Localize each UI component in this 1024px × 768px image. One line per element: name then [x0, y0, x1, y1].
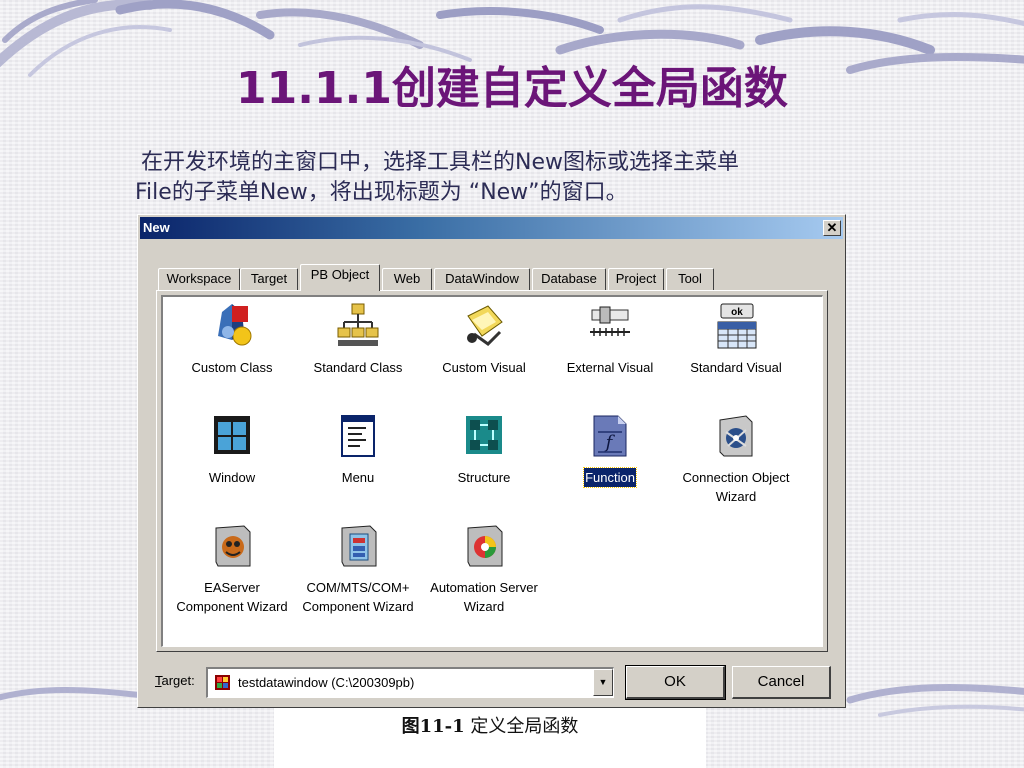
item-label: COM/MTS/COM+ Component Wizard — [302, 580, 414, 614]
tab-workspace[interactable]: Workspace — [158, 268, 240, 290]
object-icon-list: Custom Class Standard Class Custom Visua… — [161, 295, 823, 647]
dialog-title: New — [143, 220, 170, 235]
item-label: Automation Server Wizard — [430, 580, 538, 614]
item-label: Custom Class — [191, 360, 273, 375]
slide-title: 11.1.1创建自定义全局函数 — [0, 52, 1024, 116]
tab-label: Tool — [678, 271, 702, 286]
item-automation-server-wizard[interactable]: Automation Server Wizard — [422, 522, 546, 616]
tab-label: Web — [393, 271, 421, 286]
svg-text:ok: ok — [731, 307, 743, 318]
window-icon — [214, 416, 250, 454]
item-connection-object-wizard[interactable]: Connection Object Wizard — [674, 412, 798, 506]
dialog-titlebar[interactable]: New ✕ — [140, 217, 843, 239]
tab-label: Workspace — [166, 271, 232, 286]
item-easerver-component-wizard[interactable]: EAServer Component Wizard — [170, 522, 294, 616]
tab-database[interactable]: Database — [532, 268, 606, 290]
item-function[interactable]: f Function — [548, 412, 672, 488]
target-label-text: arget: — [161, 673, 195, 688]
item-custom-visual[interactable]: Custom Visual — [422, 302, 546, 377]
cancel-button-label: Cancel — [757, 673, 805, 690]
chevron-down-icon: ▼ — [598, 677, 608, 687]
item-window[interactable]: Window — [170, 412, 294, 487]
automation-wizard-icon — [467, 525, 503, 567]
custom-visual-icon — [467, 305, 503, 346]
item-structure[interactable]: Structure — [422, 412, 546, 487]
item-standard-visual[interactable]: ok Standard Visual — [674, 302, 798, 377]
tab-label: Database — [541, 271, 597, 286]
tab-label: DataWindow — [445, 271, 519, 286]
structure-icon — [466, 416, 502, 454]
tab-web[interactable]: Web — [382, 268, 432, 290]
item-label: Standard Class — [313, 360, 403, 375]
item-label: Function — [583, 467, 637, 488]
close-icon: ✕ — [826, 220, 838, 235]
caption-box: 图11-1 定义全局函数 — [274, 708, 706, 768]
tab-label: PB Object — [310, 267, 370, 282]
item-external-visual[interactable]: External Visual — [548, 302, 672, 377]
target-select-value: testdatawindow (C:\200309pb) — [238, 675, 415, 690]
menu-icon — [341, 415, 375, 457]
item-label: Custom Visual — [442, 360, 526, 375]
tab-pb-object[interactable]: PB Object — [300, 264, 380, 291]
item-label: Menu — [341, 470, 375, 485]
item-menu[interactable]: Menu — [296, 412, 420, 487]
item-label: Connection Object Wizard — [682, 470, 790, 504]
slide-body-text: 在开发环境的主窗口中，选择工具栏的New图标或选择主菜单 File的子菜单New… — [135, 148, 925, 208]
item-custom-class[interactable]: Custom Class — [170, 302, 294, 377]
easerver-wizard-icon — [215, 525, 251, 567]
tab-panel-pb-object: Custom Class Standard Class Custom Visua… — [156, 290, 828, 652]
standard-class-icon — [337, 303, 379, 346]
standard-visual-icon: ok — [717, 303, 757, 349]
new-dialog: New ✕ Workspace Target PB Object Web Dat… — [137, 214, 846, 708]
item-standard-class[interactable]: Standard Class — [296, 302, 420, 377]
item-label: EAServer Component Wizard — [176, 580, 288, 614]
caption-prefix: 图11-1 — [401, 716, 465, 737]
item-label: Standard Visual — [690, 360, 782, 375]
body-line-1: 在开发环境的主窗口中，选择工具栏的New图标或选择主菜单 — [141, 150, 739, 175]
tab-project[interactable]: Project — [608, 268, 664, 290]
ok-button[interactable]: OK — [625, 665, 726, 700]
item-label: Structure — [457, 470, 511, 485]
tab-label: Project — [615, 271, 657, 286]
cancel-button[interactable]: Cancel — [732, 666, 831, 699]
tab-tool[interactable]: Tool — [666, 268, 714, 290]
title-text: 创建自定义全局函数 — [391, 63, 788, 114]
caption-text: 定义全局函数 — [464, 716, 579, 737]
body-line-2: File的子菜单New，将出现标题为 “New”的窗口。 — [135, 180, 628, 205]
item-label: External Visual — [566, 360, 654, 375]
title-number: 11.1.1 — [236, 63, 392, 114]
ok-button-label: OK — [664, 673, 686, 690]
tab-label: Target — [250, 271, 288, 286]
target-label: Target: — [155, 673, 195, 688]
close-button[interactable]: ✕ — [823, 220, 841, 236]
item-com-mts-component-wizard[interactable]: COM/MTS/COM+ Component Wizard — [296, 522, 420, 616]
custom-class-icon — [218, 304, 252, 346]
item-label: Window — [208, 470, 256, 485]
dropdown-arrow-button[interactable]: ▼ — [593, 669, 613, 696]
tab-datawindow[interactable]: DataWindow — [434, 268, 530, 290]
external-visual-icon — [590, 306, 630, 336]
function-icon: f — [593, 415, 627, 457]
com-wizard-icon — [341, 525, 377, 567]
connection-wizard-icon — [719, 415, 753, 457]
target-app-icon — [215, 675, 230, 690]
tab-target[interactable]: Target — [240, 268, 298, 290]
target-select[interactable]: testdatawindow (C:\200309pb) ▼ — [206, 667, 614, 698]
figure-caption: 图11-1 定义全局函数 — [274, 712, 706, 738]
